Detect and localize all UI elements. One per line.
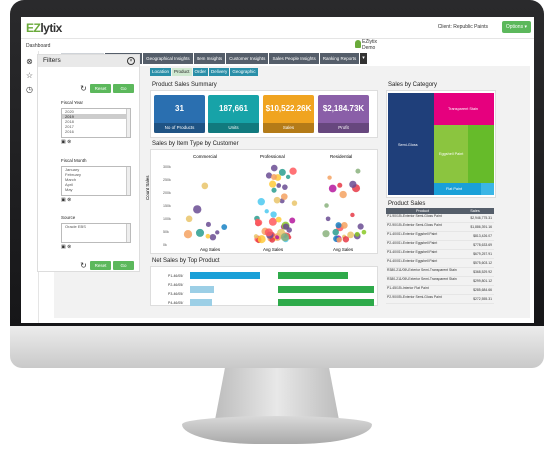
app-header: EZlytix Client: Republic Paints Options …: [21, 17, 534, 39]
nav-ranking-reports[interactable]: Ranking Reports: [319, 53, 360, 64]
nav-item-insights[interactable]: Item Insights: [193, 53, 226, 64]
content-area: [54, 66, 530, 318]
user-avatar-icon: [355, 40, 361, 48]
monitor-screen: EZlytix Client: Republic Paints Options …: [21, 17, 534, 323]
monitor-stand-neck: [215, 368, 339, 420]
star-icon[interactable]: ☆: [25, 71, 34, 80]
nav-sales-people-insights[interactable]: Sales People Insights: [269, 53, 319, 64]
dashboard-breadcrumb[interactable]: Dashboard: [26, 43, 50, 49]
app-logo[interactable]: EZlytix: [26, 21, 62, 35]
left-toolbar: ⊗ ☆ ◷: [21, 51, 39, 323]
main-nav: Retail Analytics ▾ Sales Overview Geogra…: [61, 53, 367, 64]
user-menu[interactable]: EZlytix Demo: [362, 39, 377, 51]
nav-geographical-insights[interactable]: Geographical Insights: [143, 53, 193, 64]
clock-icon[interactable]: ◷: [25, 85, 34, 94]
close-circle-icon[interactable]: ⊗: [25, 57, 34, 66]
monitor-stand-base: [182, 416, 372, 444]
nav-retail-analytics[interactable]: Retail Analytics ▾: [61, 53, 104, 64]
nav-customer-insights[interactable]: Customer Insights: [226, 53, 269, 64]
nav-more-chevron-icon[interactable]: ▾: [360, 53, 367, 64]
monitor-chin: [10, 326, 544, 368]
options-button[interactable]: Options ▾: [501, 21, 531, 33]
client-label: Client: Republic Paints: [437, 24, 488, 30]
nav-sales-overview[interactable]: Sales Overview: [104, 53, 143, 64]
